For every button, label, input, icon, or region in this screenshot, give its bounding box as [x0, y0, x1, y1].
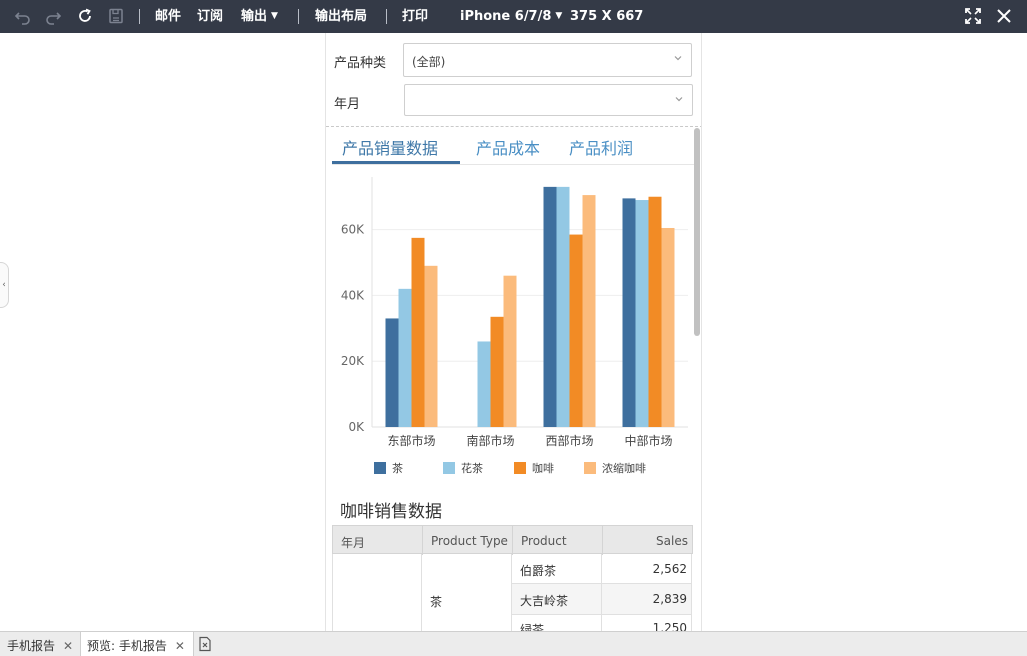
- export-file-icon[interactable]: [197, 636, 213, 652]
- top-toolbar: 邮件 订阅 输出 ▼ 输出布局 打印 iPhone 6/7/8 ▼ 375 X 66…: [0, 0, 1027, 33]
- refresh-icon[interactable]: [76, 7, 94, 25]
- export-label: 输出: [241, 9, 268, 24]
- export-menu[interactable]: 输出 ▼: [241, 8, 278, 25]
- month-filter: 年月: [334, 84, 694, 118]
- undo-icon[interactable]: [14, 7, 32, 25]
- bar[interactable]: [648, 196, 662, 427]
- toolbar-divider: [298, 9, 299, 24]
- bar[interactable]: [477, 341, 491, 427]
- x-tick-label: 西部市场: [545, 433, 593, 448]
- bar[interactable]: [385, 318, 399, 427]
- y-tick-label: 60K: [341, 223, 365, 237]
- export-layout-button[interactable]: 输出布局: [315, 8, 367, 25]
- column-header-product-type[interactable]: Product Type: [423, 526, 513, 555]
- chevron-down-icon: ▼: [271, 11, 278, 21]
- tab-preview-label: 预览: 手机报告: [87, 639, 167, 653]
- bar[interactable]: [411, 237, 425, 427]
- x-tick-label: 南部市场: [466, 433, 514, 448]
- tab-product-cost[interactable]: 产品成本: [476, 135, 540, 159]
- category-filter: 产品种类 (全部): [334, 43, 694, 77]
- bar[interactable]: [635, 200, 649, 427]
- bar[interactable]: [661, 227, 675, 427]
- legend-label[interactable]: 茶: [392, 462, 403, 475]
- tab-mobile-report-label: 手机报告: [7, 639, 56, 653]
- chevron-left-icon: ‹: [2, 280, 6, 290]
- divider: [326, 126, 701, 127]
- table-cell-product: 绿茶: [512, 615, 602, 631]
- print-button[interactable]: 打印: [402, 8, 428, 25]
- x-tick-label: 东部市场: [387, 433, 435, 448]
- resolution-label: 375 X 667: [570, 9, 644, 24]
- legend-swatch[interactable]: [443, 462, 455, 474]
- bar[interactable]: [556, 186, 570, 427]
- device-select[interactable]: iPhone 6/7/8 ▼: [460, 8, 562, 25]
- bar[interactable]: [490, 316, 504, 427]
- subscribe-button[interactable]: 订阅: [197, 8, 223, 25]
- table-cell-product: 伯爵茶: [512, 554, 602, 584]
- bar[interactable]: [569, 234, 583, 427]
- chevron-down-icon: [674, 56, 682, 61]
- y-tick-label: 40K: [341, 288, 365, 302]
- chevron-down-icon: [675, 97, 683, 102]
- tab-mobile-report[interactable]: 手机报告 ✕: [7, 632, 73, 656]
- table-cell-sales: 1,250: [602, 615, 692, 631]
- report-tabs: 产品销量数据 产品成本 产品利润: [332, 131, 694, 165]
- legend-label[interactable]: 咖啡: [532, 461, 554, 475]
- side-collapse-handle[interactable]: ‹: [0, 262, 9, 308]
- close-icon[interactable]: ✕: [175, 639, 185, 653]
- bar[interactable]: [543, 186, 557, 427]
- toolbar-divider: [386, 9, 387, 24]
- bar[interactable]: [424, 265, 438, 427]
- bar[interactable]: [398, 288, 412, 427]
- table-cell-sales: 2,839: [602, 584, 692, 615]
- table-cell-month: [332, 554, 422, 631]
- bar[interactable]: [582, 195, 596, 427]
- close-icon[interactable]: [995, 7, 1013, 25]
- table-cell-sales: 2,562: [602, 554, 692, 584]
- category-select-value: (全部): [412, 55, 446, 69]
- legend-label[interactable]: 花茶: [461, 462, 483, 475]
- device-label: iPhone 6/7/8: [460, 9, 552, 24]
- mail-button[interactable]: 邮件: [155, 8, 181, 25]
- fullscreen-icon[interactable]: [964, 7, 982, 25]
- close-icon[interactable]: ✕: [63, 639, 73, 653]
- table-cell-product-type: 茶: [422, 554, 512, 631]
- tab-sales-volume[interactable]: 产品销量数据: [342, 135, 438, 159]
- bottom-tab-bar: 手机报告 ✕ 预览: 手机报告 ✕: [0, 631, 1027, 656]
- x-tick-label: 中部市场: [624, 433, 672, 448]
- table-cell-product: 大吉岭茶: [512, 584, 602, 615]
- table-header: 年月 Product Type Product Sales: [332, 525, 693, 555]
- section-title: 咖啡销售数据: [340, 502, 442, 522]
- sales-bar-chart: 0K 20K 40K 60K 东部市场 南部市场 西部市场 中部市场茶 花茶 咖啡 浓缩咖啡: [341, 177, 688, 475]
- y-tick-label: 0K: [348, 420, 365, 434]
- column-header-sales[interactable]: Sales: [603, 526, 692, 555]
- phone-preview: 产品种类 (全部) 年月 产品销量数据 产品成本 产品利润 0K 20K 40K 60…: [325, 33, 702, 631]
- column-header-product[interactable]: Product: [513, 526, 603, 555]
- y-tick-label: 20K: [341, 354, 365, 368]
- month-filter-label: 年月: [334, 97, 361, 112]
- redo-icon[interactable]: [44, 7, 62, 25]
- column-header-month[interactable]: 年月: [333, 526, 423, 555]
- tab-product-profit[interactable]: 产品利润: [569, 135, 633, 159]
- save-icon[interactable]: [107, 7, 125, 25]
- bar[interactable]: [503, 275, 517, 427]
- scrollbar[interactable]: [694, 128, 700, 336]
- bar[interactable]: [622, 198, 636, 427]
- toolbar-divider: [139, 9, 140, 24]
- month-select[interactable]: [404, 84, 693, 116]
- chevron-down-icon: ▼: [555, 11, 563, 21]
- legend-label[interactable]: 浓缩咖啡: [602, 461, 646, 475]
- category-select[interactable]: (全部): [403, 43, 692, 77]
- tab-preview-mobile-report[interactable]: 预览: 手机报告 ✕: [80, 632, 194, 656]
- active-tab-indicator: [332, 161, 460, 164]
- legend-swatch[interactable]: [514, 462, 526, 474]
- category-filter-label: 产品种类: [334, 56, 387, 71]
- legend-swatch[interactable]: [374, 462, 386, 474]
- legend-swatch[interactable]: [584, 462, 596, 474]
